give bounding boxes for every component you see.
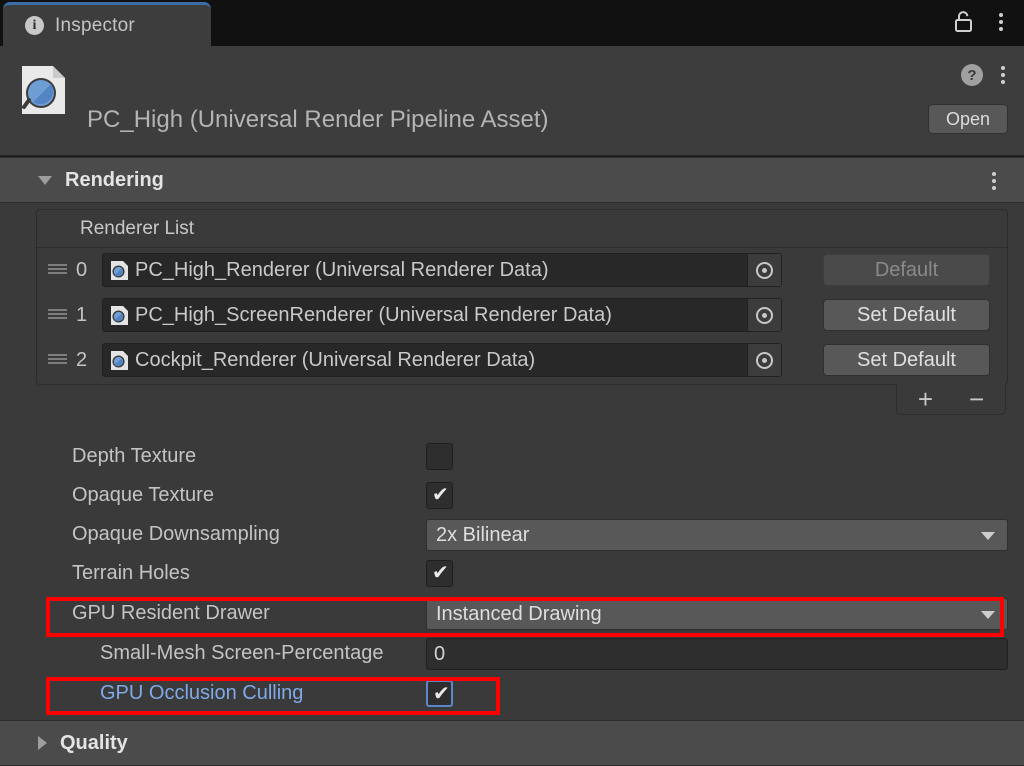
- check-icon: ✔: [433, 683, 450, 705]
- label-small-mesh-screen-percentage: Small-Mesh Screen-Percentage: [100, 642, 384, 664]
- unlock-icon[interactable]: [953, 10, 975, 34]
- tab-inspector[interactable]: i Inspector: [3, 2, 211, 46]
- kebab-dot: [992, 172, 996, 176]
- set-default-button[interactable]: Set Default: [823, 344, 990, 376]
- input-small-mesh-screen-percentage[interactable]: 0: [426, 638, 1008, 670]
- kebab-dot: [1001, 73, 1005, 77]
- picker-ring: [756, 306, 773, 324]
- drag-handle-icon[interactable]: [48, 264, 67, 274]
- triangle-down-icon[interactable]: [38, 175, 52, 185]
- label-gpu-occlusion-culling[interactable]: GPU Occlusion Culling: [100, 682, 303, 705]
- property-row-small-mesh-screen-percentage: Small-Mesh Screen-Percentage 0: [0, 635, 1024, 674]
- kebab-dot: [1001, 66, 1005, 70]
- urp-renderer-icon: [110, 260, 129, 281]
- object-field-value: Cockpit_Renderer (Universal Renderer Dat…: [135, 348, 536, 371]
- dropdown-value: 2x Bilinear: [436, 523, 530, 546]
- page-title: PC_High (Universal Render Pipeline Asset…: [87, 106, 549, 133]
- chevron-down-icon: [981, 611, 995, 619]
- default-button: Default: [823, 254, 990, 286]
- renderer-list-header: Renderer List: [37, 210, 1007, 248]
- picker-ring: [756, 261, 773, 279]
- help-glyph: ?: [967, 66, 977, 84]
- check-icon: ✔: [432, 562, 449, 584]
- property-row-gpu-resident-drawer: GPU Resident Drawer Instanced Drawing: [0, 595, 1024, 634]
- row-index: 1: [76, 304, 88, 326]
- remove-renderer-button[interactable]: −: [969, 386, 984, 412]
- checkbox-opaque-texture[interactable]: ✔: [426, 482, 453, 509]
- label-depth-texture: Depth Texture: [72, 445, 197, 467]
- drag-handle-icon[interactable]: [48, 354, 67, 364]
- kebab-dot: [992, 179, 996, 183]
- picker-dot: [762, 267, 767, 273]
- section-title-quality: Quality: [60, 731, 128, 754]
- property-row-opaque-texture: Opaque Texture ✔: [0, 477, 1024, 516]
- object-field[interactable]: PC_High_Renderer (Universal Renderer Dat…: [102, 253, 782, 287]
- kebab-dot: [992, 186, 996, 190]
- check-icon: ✔: [432, 484, 449, 506]
- open-button[interactable]: Open: [928, 104, 1008, 134]
- set-default-button[interactable]: Set Default: [823, 299, 990, 331]
- object-field-value: PC_High_ScreenRenderer (Universal Render…: [135, 303, 612, 326]
- label-opaque-downsampling: Opaque Downsampling: [72, 523, 280, 545]
- label-terrain-holes: Terrain Holes: [72, 562, 190, 584]
- label-opaque-texture: Opaque Texture: [72, 484, 214, 506]
- inspector-body: Rendering Renderer List 0 PC_High_Render…: [0, 157, 1024, 766]
- property-row-opaque-downsampling: Opaque Downsampling 2x Bilinear: [0, 516, 1024, 555]
- label-gpu-resident-drawer: GPU Resident Drawer: [72, 602, 270, 624]
- object-field-value: PC_High_Renderer (Universal Renderer Dat…: [135, 258, 549, 281]
- urp-renderer-icon: [110, 350, 129, 371]
- window-tab-strip: i Inspector: [0, 0, 1024, 46]
- asset-header: PC_High (Universal Render Pipeline Asset…: [0, 46, 1024, 156]
- drag-handle-icon[interactable]: [48, 309, 67, 319]
- object-field[interactable]: PC_High_ScreenRenderer (Universal Render…: [102, 298, 782, 332]
- row-index: 0: [76, 259, 88, 281]
- dropdown-gpu-resident-drawer[interactable]: Instanced Drawing: [426, 598, 1008, 630]
- urp-asset-icon: [15, 62, 71, 118]
- renderer-list: Renderer List 0 PC_High_Renderer (Univer…: [36, 209, 1008, 415]
- section-header-quality[interactable]: Quality: [0, 720, 1024, 766]
- property-row-gpu-occlusion-culling: GPU Occlusion Culling ✔: [0, 675, 1024, 714]
- object-field[interactable]: Cockpit_Renderer (Universal Renderer Dat…: [102, 343, 782, 377]
- object-picker-icon[interactable]: [747, 299, 781, 331]
- checkbox-gpu-occlusion-culling[interactable]: ✔: [426, 680, 453, 707]
- info-icon: i: [25, 16, 44, 35]
- picker-ring: [756, 351, 773, 369]
- kebab-dot: [1001, 80, 1005, 84]
- object-picker-icon[interactable]: [747, 344, 781, 376]
- table-row[interactable]: 0 PC_High_Renderer (Universal Renderer D…: [37, 248, 1007, 293]
- kebab-dot: [999, 13, 1003, 17]
- picker-dot: [762, 312, 767, 318]
- checkbox-terrain-holes[interactable]: ✔: [426, 560, 453, 587]
- urp-renderer-icon: [110, 305, 129, 326]
- kebab-menu-icon-asset[interactable]: [994, 63, 1012, 87]
- dropdown-value: Instanced Drawing: [436, 602, 602, 625]
- chevron-down-icon: [981, 532, 995, 540]
- section-title-rendering: Rendering: [65, 168, 164, 191]
- tab-inspector-label: Inspector: [55, 14, 135, 36]
- property-row-terrain-holes: Terrain Holes ✔: [0, 555, 1024, 594]
- section-header-rendering[interactable]: Rendering: [0, 157, 1024, 203]
- table-row[interactable]: 1 PC_High_ScreenRenderer (Universal Rend…: [37, 293, 1007, 338]
- picker-dot: [762, 357, 767, 363]
- help-icon[interactable]: ?: [961, 64, 983, 86]
- kebab-menu-icon-rendering[interactable]: [985, 169, 1003, 193]
- add-renderer-button[interactable]: +: [918, 386, 933, 412]
- row-index: 2: [76, 349, 88, 371]
- kebab-dot: [999, 27, 1003, 31]
- kebab-dot: [999, 20, 1003, 24]
- property-row-depth-texture: Depth Texture: [0, 438, 1024, 477]
- dropdown-opaque-downsampling[interactable]: 2x Bilinear: [426, 519, 1008, 551]
- kebab-menu-icon-window[interactable]: [992, 10, 1010, 34]
- list-footer: + −: [896, 383, 1006, 415]
- checkbox-depth-texture[interactable]: [426, 443, 453, 470]
- input-value: 0: [434, 642, 446, 665]
- table-row[interactable]: 2 Cockpit_Renderer (Universal Renderer D…: [37, 338, 1007, 383]
- object-picker-icon[interactable]: [747, 254, 781, 286]
